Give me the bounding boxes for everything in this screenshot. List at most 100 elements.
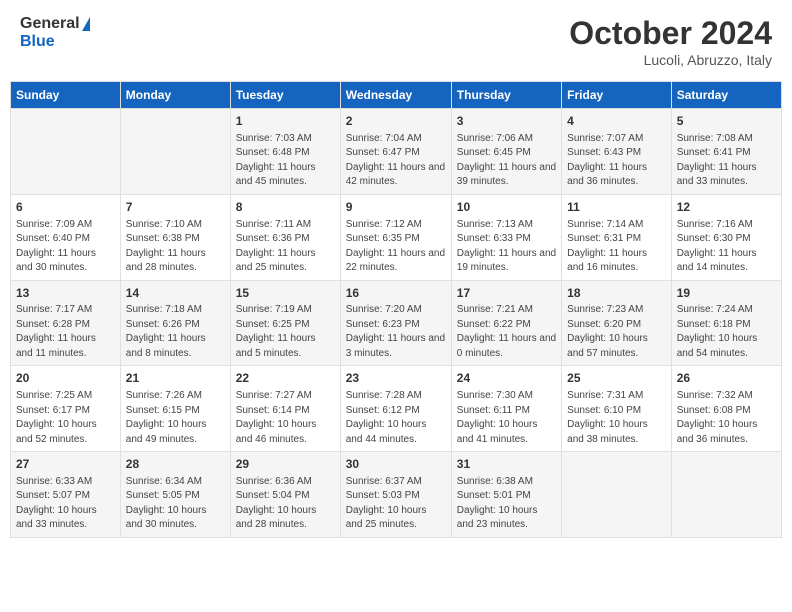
logo-blue: Blue	[20, 33, 90, 51]
calendar-cell: 29Sunrise: 6:36 AM Sunset: 5:04 PM Dayli…	[230, 452, 340, 538]
calendar-cell: 23 Sunrise: 7:28 AM Sunset: 6:12 PM Dayli…	[340, 366, 451, 452]
calendar-table: SundayMondayTuesdayWednesdayThursdayFrid…	[10, 81, 782, 538]
calendar-cell: 1 Sunrise: 7:03 AM Sunset: 6:48 PM Daylig…	[230, 109, 340, 195]
day-number: 20	[16, 370, 115, 387]
page-header: General Blue October 2024 Lucoli, Abruzz…	[10, 10, 782, 73]
day-info: Sunrise: 7:19 AM Sunset: 6:25 PM Dayligh…	[236, 303, 335, 361]
day-info: Sunrise: 7:18 AM Sunset: 6:26 PM Dayligh…	[126, 303, 225, 361]
weekday-header: Monday	[120, 82, 230, 109]
day-number: 17	[457, 285, 556, 302]
day-info: Sunrise: 7:06 AM Sunset: 6:45 PM Dayligh…	[457, 132, 556, 190]
day-info: Sunrise: 7:08 AM Sunset: 6:41 PM Dayligh…	[677, 132, 776, 190]
calendar-week-row: 13Sunrise: 7:17 AM Sunset: 6:28 PM Dayli…	[11, 280, 782, 366]
calendar-week-row: 27Sunrise: 6:33 AM Sunset: 5:07 PM Dayli…	[11, 452, 782, 538]
calendar-cell: 12 Sunrise: 7:16 AM Sunset: 6:30 PM Dayli…	[671, 194, 781, 280]
day-number: 1	[236, 113, 335, 130]
calendar-cell: 5 Sunrise: 7:08 AM Sunset: 6:41 PM Daylig…	[671, 109, 781, 195]
calendar-cell: 15Sunrise: 7:19 AM Sunset: 6:25 PM Dayli…	[230, 280, 340, 366]
calendar-cell: 21 Sunrise: 7:26 AM Sunset: 6:15 PM Dayli…	[120, 366, 230, 452]
day-number: 27	[16, 456, 115, 473]
calendar-cell: 26Sunrise: 7:32 AM Sunset: 6:08 PM Dayli…	[671, 366, 781, 452]
day-number: 23	[346, 370, 446, 387]
calendar-cell: 10 Sunrise: 7:13 AM Sunset: 6:33 PM Dayli…	[451, 194, 561, 280]
weekday-header: Sunday	[11, 82, 121, 109]
day-number: 19	[677, 285, 776, 302]
logo: General Blue	[20, 15, 90, 50]
day-number: 14	[126, 285, 225, 302]
calendar-cell: 8Sunrise: 7:11 AM Sunset: 6:36 PM Daylig…	[230, 194, 340, 280]
logo-triangle-icon	[82, 17, 90, 31]
day-info: Sunrise: 7:21 AM Sunset: 6:22 PM Dayligh…	[457, 303, 556, 361]
weekday-header: Wednesday	[340, 82, 451, 109]
day-number: 21	[126, 370, 225, 387]
day-info: Sunrise: 7:26 AM Sunset: 6:15 PM Dayligh…	[126, 389, 225, 447]
day-number: 26	[677, 370, 776, 387]
day-info: Sunrise: 7:30 AM Sunset: 6:11 PM Dayligh…	[457, 389, 556, 447]
calendar-week-row: 6 Sunrise: 7:09 AM Sunset: 6:40 PM Daylig…	[11, 194, 782, 280]
day-info: Sunrise: 7:03 AM Sunset: 6:48 PM Dayligh…	[236, 132, 335, 190]
day-info: Sunrise: 7:12 AM Sunset: 6:35 PM Dayligh…	[346, 218, 446, 276]
day-info: Sunrise: 7:17 AM Sunset: 6:28 PM Dayligh…	[16, 303, 115, 361]
day-info: Sunrise: 7:28 AM Sunset: 6:12 PM Dayligh…	[346, 389, 446, 447]
calendar-week-row: 20 Sunrise: 7:25 AM Sunset: 6:17 PM Dayli…	[11, 366, 782, 452]
day-number: 12	[677, 199, 776, 216]
calendar-cell: 6 Sunrise: 7:09 AM Sunset: 6:40 PM Daylig…	[11, 194, 121, 280]
day-info: Sunrise: 7:23 AM Sunset: 6:20 PM Dayligh…	[567, 303, 666, 361]
day-number: 16	[346, 285, 446, 302]
calendar-cell: 16Sunrise: 7:20 AM Sunset: 6:23 PM Dayli…	[340, 280, 451, 366]
calendar-header-row: SundayMondayTuesdayWednesdayThursdayFrid…	[11, 82, 782, 109]
calendar-cell: 14Sunrise: 7:18 AM Sunset: 6:26 PM Dayli…	[120, 280, 230, 366]
day-number: 3	[457, 113, 556, 130]
calendar-cell: 18Sunrise: 7:23 AM Sunset: 6:20 PM Dayli…	[562, 280, 672, 366]
day-info: Sunrise: 7:16 AM Sunset: 6:30 PM Dayligh…	[677, 218, 776, 276]
calendar-cell: 27Sunrise: 6:33 AM Sunset: 5:07 PM Dayli…	[11, 452, 121, 538]
weekday-header: Tuesday	[230, 82, 340, 109]
day-info: Sunrise: 7:27 AM Sunset: 6:14 PM Dayligh…	[236, 389, 335, 447]
calendar-cell	[562, 452, 672, 538]
day-number: 4	[567, 113, 666, 130]
calendar-cell: 22Sunrise: 7:27 AM Sunset: 6:14 PM Dayli…	[230, 366, 340, 452]
day-number: 30	[346, 456, 446, 473]
logo-general: General	[20, 15, 80, 33]
day-info: Sunrise: 6:37 AM Sunset: 5:03 PM Dayligh…	[346, 475, 446, 533]
calendar-cell: 30 Sunrise: 6:37 AM Sunset: 5:03 PM Dayli…	[340, 452, 451, 538]
day-info: Sunrise: 7:14 AM Sunset: 6:31 PM Dayligh…	[567, 218, 666, 276]
calendar-cell: 24 Sunrise: 7:30 AM Sunset: 6:11 PM Dayli…	[451, 366, 561, 452]
day-info: Sunrise: 7:31 AM Sunset: 6:10 PM Dayligh…	[567, 389, 666, 447]
calendar-cell: 11 Sunrise: 7:14 AM Sunset: 6:31 PM Dayli…	[562, 194, 672, 280]
day-info: Sunrise: 7:04 AM Sunset: 6:47 PM Dayligh…	[346, 132, 446, 190]
day-number: 28	[126, 456, 225, 473]
day-info: Sunrise: 6:38 AM Sunset: 5:01 PM Dayligh…	[457, 475, 556, 533]
day-info: Sunrise: 6:34 AM Sunset: 5:05 PM Dayligh…	[126, 475, 225, 533]
calendar-cell: 3 Sunrise: 7:06 AM Sunset: 6:45 PM Daylig…	[451, 109, 561, 195]
calendar-cell: 9 Sunrise: 7:12 AM Sunset: 6:35 PM Daylig…	[340, 194, 451, 280]
day-number: 18	[567, 285, 666, 302]
day-info: Sunrise: 7:09 AM Sunset: 6:40 PM Dayligh…	[16, 218, 115, 276]
day-number: 10	[457, 199, 556, 216]
day-info: Sunrise: 7:11 AM Sunset: 6:36 PM Dayligh…	[236, 218, 335, 276]
calendar-cell	[120, 109, 230, 195]
day-info: Sunrise: 7:25 AM Sunset: 6:17 PM Dayligh…	[16, 389, 115, 447]
calendar-week-row: 1 Sunrise: 7:03 AM Sunset: 6:48 PM Daylig…	[11, 109, 782, 195]
calendar-cell: 28 Sunrise: 6:34 AM Sunset: 5:05 PM Dayli…	[120, 452, 230, 538]
calendar-cell	[671, 452, 781, 538]
calendar-cell: 13Sunrise: 7:17 AM Sunset: 6:28 PM Dayli…	[11, 280, 121, 366]
day-number: 2	[346, 113, 446, 130]
calendar-cell: 31 Sunrise: 6:38 AM Sunset: 5:01 PM Dayli…	[451, 452, 561, 538]
day-number: 7	[126, 199, 225, 216]
day-info: Sunrise: 6:36 AM Sunset: 5:04 PM Dayligh…	[236, 475, 335, 533]
day-info: Sunrise: 7:20 AM Sunset: 6:23 PM Dayligh…	[346, 303, 446, 361]
month-title: October 2024	[569, 15, 772, 52]
day-number: 31	[457, 456, 556, 473]
calendar-cell: 4Sunrise: 7:07 AM Sunset: 6:43 PM Daylig…	[562, 109, 672, 195]
day-number: 15	[236, 285, 335, 302]
day-info: Sunrise: 7:24 AM Sunset: 6:18 PM Dayligh…	[677, 303, 776, 361]
day-number: 24	[457, 370, 556, 387]
day-info: Sunrise: 7:13 AM Sunset: 6:33 PM Dayligh…	[457, 218, 556, 276]
day-number: 11	[567, 199, 666, 216]
day-number: 5	[677, 113, 776, 130]
calendar-cell: 7Sunrise: 7:10 AM Sunset: 6:38 PM Daylig…	[120, 194, 230, 280]
day-number: 6	[16, 199, 115, 216]
day-number: 9	[346, 199, 446, 216]
calendar-cell: 19Sunrise: 7:24 AM Sunset: 6:18 PM Dayli…	[671, 280, 781, 366]
